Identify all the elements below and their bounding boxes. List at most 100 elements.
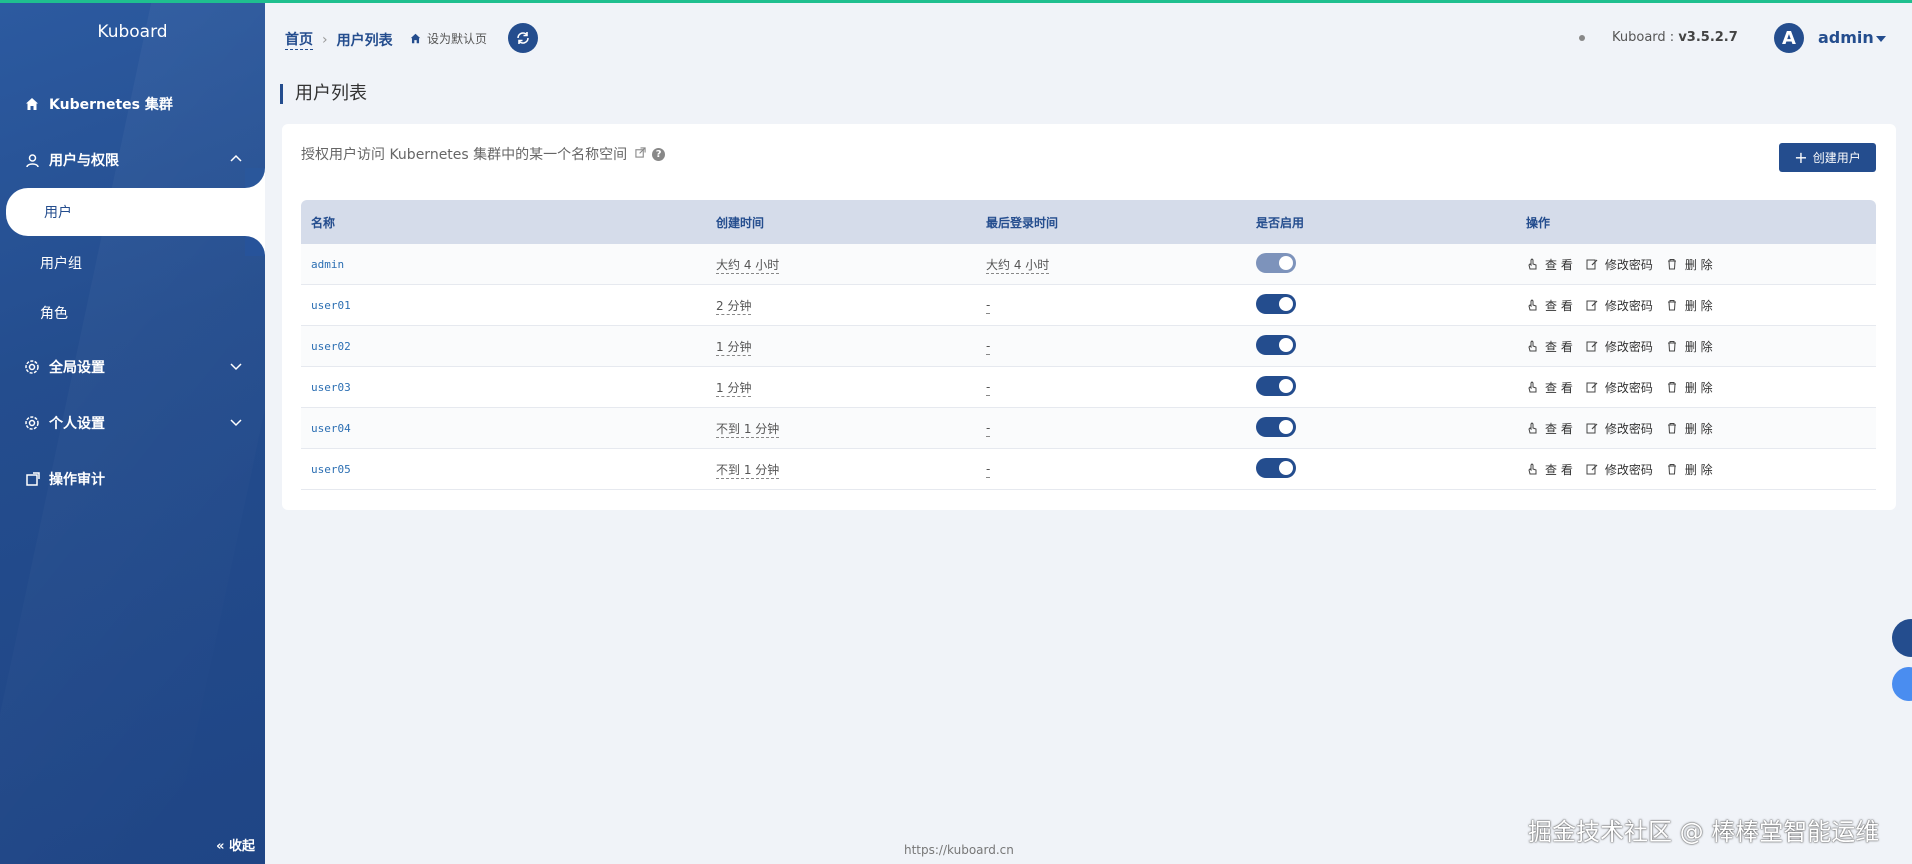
collapse-sidebar-button[interactable]: « 收起 — [216, 835, 255, 854]
caret-down-icon[interactable] — [1876, 36, 1886, 42]
hand-pointer-icon — [1528, 258, 1537, 270]
change-password-button[interactable]: 修改密码 — [1586, 461, 1653, 478]
delete-label: 删 除 — [1684, 257, 1713, 272]
view-button[interactable]: 查 看 — [1526, 297, 1573, 314]
change-password-label: 修改密码 — [1604, 257, 1653, 272]
table-row: admin 大约 4 小时 大约 4 小时 查 看 修改密码 删 除 — [301, 244, 1876, 285]
refresh-button[interactable] — [508, 23, 538, 53]
created-time: 1 分钟 — [716, 339, 752, 356]
user-name-link[interactable]: user03 — [311, 381, 351, 394]
sidebar-item-personal-settings[interactable]: 个人设置 — [0, 403, 265, 443]
view-button[interactable]: 查 看 — [1526, 420, 1573, 437]
enabled-toggle[interactable] — [1256, 375, 1296, 396]
enabled-toggle[interactable] — [1256, 457, 1296, 478]
change-password-label: 修改密码 — [1604, 298, 1653, 313]
help-icon[interactable]: ? — [652, 147, 666, 161]
sidebar-item-audit[interactable]: 操作审计 — [0, 459, 265, 499]
home-icon — [410, 33, 421, 44]
view-button[interactable]: 查 看 — [1526, 461, 1573, 478]
footer-url[interactable]: https://kuboard.cn — [904, 843, 1014, 857]
enabled-toggle[interactable] — [1256, 293, 1296, 314]
last-login-time: - — [986, 462, 991, 478]
sidebar-item-user-groups[interactable]: 用户组 — [0, 243, 265, 283]
set-default-page-button[interactable]: 设为默认页 — [410, 30, 487, 47]
avatar[interactable]: A — [1774, 23, 1804, 53]
sidebar-item-label: 个人设置 — [49, 416, 105, 432]
view-label: 查 看 — [1545, 298, 1573, 313]
user-name-link[interactable]: user05 — [311, 463, 351, 476]
enabled-toggle[interactable] — [1256, 416, 1296, 437]
external-link-icon[interactable] — [635, 146, 646, 162]
edit-icon — [1586, 382, 1598, 393]
enabled-toggle[interactable] — [1256, 334, 1296, 355]
user-menu[interactable]: admin — [1818, 28, 1874, 47]
delete-button[interactable]: 删 除 — [1666, 379, 1713, 396]
chat-float-button[interactable] — [1892, 619, 1912, 657]
chevron-up-icon — [229, 152, 243, 170]
last-login-time: - — [986, 298, 991, 314]
expand-float-button[interactable] — [1892, 667, 1912, 701]
delete-button[interactable]: 删 除 — [1666, 338, 1713, 355]
version-info: Kuboard : v3.5.2.7 — [1612, 30, 1738, 45]
view-label: 查 看 — [1545, 462, 1573, 477]
gear-icon — [24, 415, 40, 431]
created-time: 大约 4 小时 — [716, 257, 780, 274]
sidebar-item-label: Kubernetes 集群 — [49, 97, 173, 113]
sidebar-item-users-permissions[interactable]: 用户与权限 — [0, 140, 265, 180]
breadcrumb-home-link[interactable]: 首页 — [285, 29, 313, 50]
delete-label: 删 除 — [1684, 339, 1713, 354]
refresh-icon — [517, 32, 529, 44]
sidebar-item-label: 用户组 — [40, 256, 82, 272]
change-password-button[interactable]: 修改密码 — [1586, 297, 1653, 314]
delete-button[interactable]: 删 除 — [1666, 420, 1713, 437]
view-button[interactable]: 查 看 — [1526, 338, 1573, 355]
hand-pointer-icon — [1528, 299, 1537, 311]
sidebar-item-kubernetes-cluster[interactable]: Kubernetes 集群 — [0, 84, 265, 124]
created-time: 不到 1 分钟 — [716, 462, 780, 479]
hand-pointer-icon — [1528, 422, 1537, 434]
delete-button[interactable]: 删 除 — [1666, 461, 1713, 478]
sidebar-item-label: 角色 — [40, 306, 68, 322]
users-table: 名称 创建时间 最后登录时间 是否启用 操作 admin 大约 4 小时 大约 4 … — [301, 200, 1876, 490]
user-name-link[interactable]: user02 — [311, 340, 351, 353]
breadcrumb-current: 用户列表 — [336, 32, 393, 49]
delete-label: 删 除 — [1684, 421, 1713, 436]
created-time: 1 分钟 — [716, 380, 752, 397]
change-password-button[interactable]: 修改密码 — [1586, 379, 1653, 396]
create-user-button[interactable]: + 创建用户 — [1779, 143, 1876, 172]
watermark: 掘金技术社区 @ 棒棒堂智能运维 — [1528, 818, 1880, 846]
sidebar-item-global-settings[interactable]: 全局设置 — [0, 347, 265, 387]
change-password-button[interactable]: 修改密码 — [1586, 420, 1653, 437]
user-name-link[interactable]: user01 — [311, 299, 351, 312]
delete-button[interactable]: 删 除 — [1666, 256, 1713, 273]
last-login-time: 大约 4 小时 — [986, 257, 1050, 274]
users-card: 授权用户访问 Kubernetes 集群中的某一个名称空间 ? + 创建用户 名… — [282, 124, 1896, 510]
delete-button[interactable]: 删 除 — [1666, 297, 1713, 314]
user-icon — [24, 152, 40, 168]
user-name-link[interactable]: admin — [311, 258, 344, 271]
chevron-right-icon: › — [322, 31, 328, 48]
column-header: 最后登录时间 — [986, 215, 1059, 230]
app-logo[interactable]: Kuboard — [0, 22, 265, 42]
view-label: 查 看 — [1545, 257, 1573, 272]
create-user-label: 创建用户 — [1812, 151, 1861, 165]
page-description: 授权用户访问 Kubernetes 集群中的某一个名称空间 ? — [301, 144, 666, 164]
user-name-link[interactable]: user04 — [311, 422, 351, 435]
view-button[interactable]: 查 看 — [1526, 379, 1573, 396]
change-password-button[interactable]: 修改密码 — [1586, 256, 1653, 273]
trash-icon — [1667, 464, 1676, 475]
edit-icon — [1586, 464, 1598, 475]
change-password-label: 修改密码 — [1604, 421, 1653, 436]
delete-label: 删 除 — [1684, 298, 1713, 313]
change-password-button[interactable]: 修改密码 — [1586, 338, 1653, 355]
sidebar-item-users[interactable]: 用户 — [6, 188, 265, 236]
breadcrumb: 首页 › 用户列表 — [285, 29, 393, 50]
set-default-label: 设为默认页 — [427, 32, 488, 46]
view-label: 查 看 — [1545, 380, 1573, 395]
sidebar-item-label: 全局设置 — [49, 360, 105, 376]
view-button[interactable]: 查 看 — [1526, 256, 1573, 273]
last-login-time: - — [986, 421, 991, 437]
view-label: 查 看 — [1545, 421, 1573, 436]
sidebar-item-roles[interactable]: 角色 — [0, 293, 265, 333]
last-login-time: - — [986, 380, 991, 396]
